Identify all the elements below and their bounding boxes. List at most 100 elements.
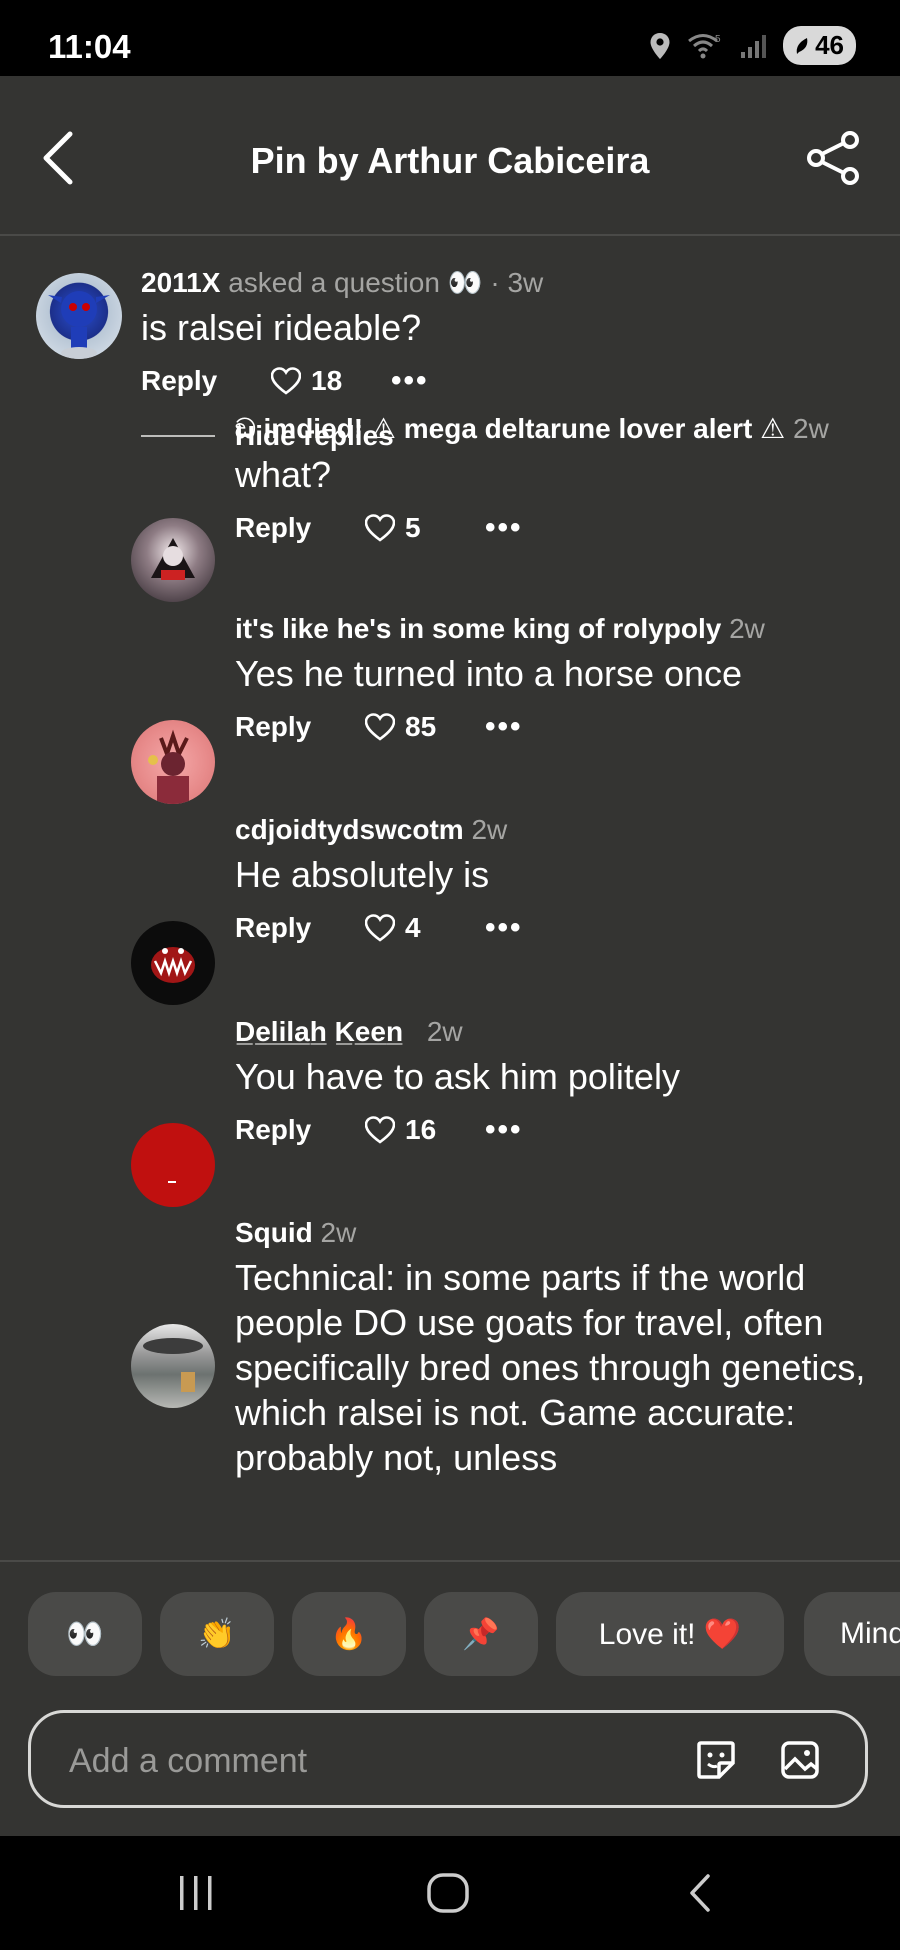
comment-time: 2w: [471, 814, 508, 845]
comment-text: You have to ask him politely: [235, 1056, 680, 1097]
reply-comment: Squid 2w Technical: in some parts if the…: [235, 1217, 875, 1480]
svg-text:5: 5: [715, 34, 721, 45]
question-action: asked a question 👀: [228, 267, 483, 298]
like-button[interactable]: 85: [365, 711, 475, 743]
comment-meta: it's like he's in some king of rolypoly …: [235, 613, 765, 645]
more-options-icon[interactable]: •••: [485, 1113, 523, 1147]
page-title: Pin by Arthur Cabiceira: [250, 140, 650, 181]
reaction-mind-button[interactable]: Mind: [804, 1592, 900, 1676]
comment-time: 2w: [729, 613, 765, 644]
red-avatar-icon: [168, 1181, 176, 1183]
reply-button[interactable]: Reply: [235, 512, 365, 544]
avatar[interactable]: [131, 1324, 215, 1408]
reply-comment: D̲e̲l̲i̲l̲a̲h̲ K̲e̲e̲n̲ 2w You have to a…: [235, 1016, 680, 1147]
like-count: 85: [405, 711, 437, 742]
comment-actions: Reply 85 •••: [235, 710, 765, 744]
avatar[interactable]: [131, 720, 215, 804]
avatar[interactable]: [131, 921, 215, 1005]
reply-button[interactable]: Reply: [141, 365, 271, 397]
comment-time: · 3w: [490, 267, 544, 298]
reaction-love-it-button[interactable]: Love it! ❤️: [556, 1592, 784, 1676]
system-nav-bar: [0, 1836, 900, 1950]
comment-meta: ඞ imdied! ⚠ mega deltarune lover alert ⚠…: [235, 412, 829, 446]
comment-actions: Reply 18 •••: [141, 364, 543, 398]
home-icon[interactable]: [426, 1872, 470, 1914]
divider: [141, 435, 215, 437]
question-comment: 2011X asked a question 👀 · 3w is ralsei …: [141, 266, 543, 398]
heart-icon: [365, 1116, 395, 1144]
comment-actions: Reply 5 •••: [235, 511, 829, 545]
sticker-icon[interactable]: [695, 1739, 737, 1781]
heart-icon: [365, 713, 395, 741]
recent-apps-icon[interactable]: [176, 1874, 216, 1912]
comment-author[interactable]: it's like he's in some king of rolypoly: [235, 613, 721, 644]
reply-button[interactable]: Reply: [235, 1114, 365, 1146]
comment-time: 2w: [793, 413, 829, 444]
more-options-icon[interactable]: •••: [391, 364, 429, 398]
comment-author[interactable]: Squid: [235, 1217, 313, 1248]
comment-meta: Squid 2w: [235, 1217, 875, 1249]
avatar[interactable]: [131, 1123, 215, 1207]
comment-input[interactable]: [67, 1735, 671, 1787]
comment-actions: Reply 4 •••: [235, 911, 523, 945]
comment-meta: cdjoidtydswcotm 2w: [235, 814, 523, 846]
status-bar: 11:04 5 46: [0, 0, 900, 76]
reply-comment: cdjoidtydswcotm 2w He absolutely is Repl…: [235, 814, 523, 945]
reply-comment: ඞ imdied! ⚠ mega deltarune lover alert ⚠…: [235, 412, 829, 545]
comments-list: 2011X asked a question 👀 · 3w is ralsei …: [0, 236, 900, 1560]
reaction-fire-button[interactable]: 🔥: [292, 1592, 406, 1676]
status-icons: 5 46: [649, 26, 856, 65]
battery-indicator: 46: [783, 26, 856, 65]
comment-time: 2w: [320, 1217, 357, 1248]
wifi-icon: 5: [688, 34, 721, 58]
more-options-icon[interactable]: •••: [485, 911, 523, 945]
like-count: 4: [405, 912, 421, 943]
reaction-eyes-button[interactable]: 👀: [28, 1592, 142, 1676]
share-icon[interactable]: [804, 128, 864, 188]
comment-meta: 2011X asked a question 👀 · 3w: [141, 266, 543, 299]
status-time: 11:04: [48, 28, 131, 65]
heart-icon: [271, 367, 301, 395]
photo-avatar-icon: [143, 1338, 203, 1392]
comment-text: Technical: in some parts if the world pe…: [235, 1257, 866, 1478]
reaction-clap-button[interactable]: 👏: [160, 1592, 274, 1676]
comment-author[interactable]: D̲e̲l̲i̲l̲a̲h̲ K̲e̲e̲n̲: [235, 1016, 403, 1047]
avatar[interactable]: [131, 518, 215, 602]
comment-author[interactable]: 2011X: [141, 267, 220, 298]
character-avatar-icon: [151, 538, 195, 580]
comment-text: Yes he turned into a horse once: [235, 653, 743, 694]
like-button[interactable]: 16: [365, 1114, 475, 1146]
more-options-icon[interactable]: •••: [485, 710, 523, 744]
top-header: Pin by Arthur Cabiceira: [0, 76, 900, 236]
nav-back-icon[interactable]: [686, 1872, 714, 1914]
like-button[interactable]: 5: [365, 512, 475, 544]
location-icon: [650, 32, 670, 59]
comment-actions: Reply 16 •••: [235, 1113, 680, 1147]
image-icon[interactable]: [779, 1739, 821, 1781]
comment-author[interactable]: cdjoidtydswcotm: [235, 814, 464, 845]
comment-author[interactable]: ඞ imdied! ⚠ mega deltarune lover alert ⚠: [235, 413, 785, 444]
like-count: 18: [311, 365, 343, 396]
comment-composer: 👀 👏 🔥 📌 Love it! ❤️ Mind: [0, 1560, 900, 1838]
sonic-avatar-icon: [48, 291, 110, 359]
like-button[interactable]: 4: [365, 912, 475, 944]
more-options-icon[interactable]: •••: [485, 511, 523, 545]
like-button[interactable]: 18: [271, 365, 381, 397]
comment-text: is ralsei rideable?: [141, 307, 422, 348]
avatar[interactable]: [36, 273, 122, 359]
character-avatar-icon: [148, 729, 189, 804]
battery-level: 46: [815, 30, 844, 60]
heart-icon: [365, 914, 395, 942]
reply-button[interactable]: Reply: [235, 912, 365, 944]
like-count: 5: [405, 512, 421, 543]
like-count: 16: [405, 1114, 437, 1145]
reaction-pin-button[interactable]: 📌: [424, 1592, 538, 1676]
comment-time: 2w: [426, 1016, 463, 1047]
comment-meta: D̲e̲l̲i̲l̲a̲h̲ K̲e̲e̲n̲ 2w: [235, 1016, 680, 1048]
heart-icon: [365, 514, 395, 542]
battery-saver-icon: [796, 37, 808, 54]
comment-text: what?: [235, 454, 332, 495]
signal-icon: [741, 34, 767, 58]
reply-button[interactable]: Reply: [235, 711, 365, 743]
reply-comment: it's like he's in some king of rolypoly …: [235, 613, 765, 744]
